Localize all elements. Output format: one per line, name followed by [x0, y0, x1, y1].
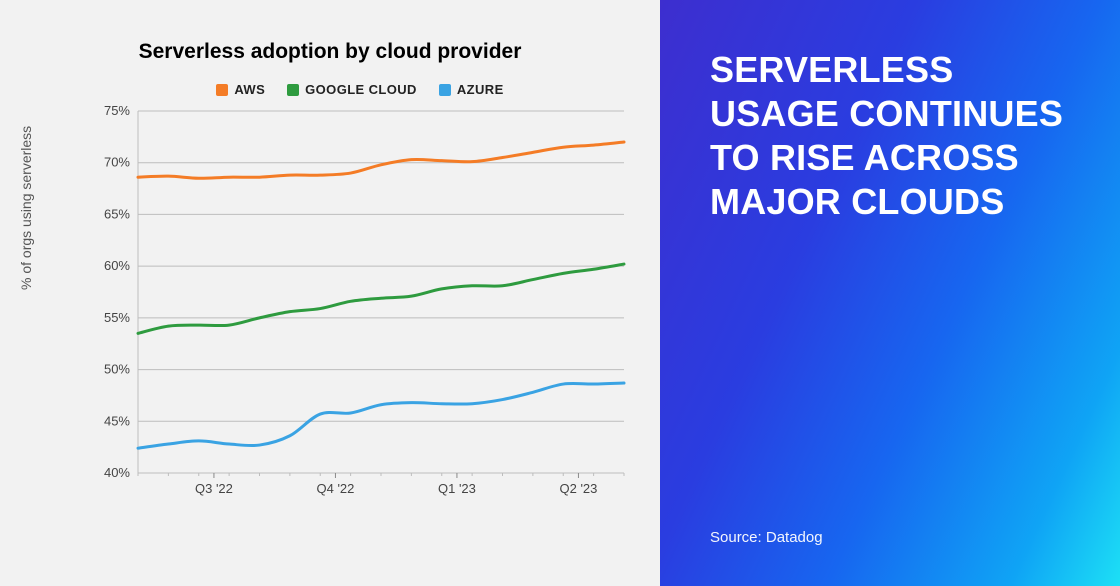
source-text: Source: Datadog — [710, 529, 1080, 546]
svg-text:40%: 40% — [104, 465, 130, 480]
y-axis-label: % of orgs using serverless — [18, 126, 34, 290]
svg-text:Q2 '23: Q2 '23 — [559, 481, 597, 496]
svg-text:45%: 45% — [104, 413, 130, 428]
legend-label: AZURE — [457, 82, 504, 97]
svg-text:Q3 '22: Q3 '22 — [195, 481, 233, 496]
svg-text:65%: 65% — [104, 206, 130, 221]
chart-panel: Serverless adoption by cloud provider AW… — [0, 0, 660, 586]
line-chart-svg: 40% 45% 50% 55% 60% 65% 70% 75% Q3 '22 Q4 '22 Q1 '… — [94, 103, 634, 503]
svg-text:55%: 55% — [104, 310, 130, 325]
chart-title: Serverless adoption by cloud provider — [30, 40, 630, 64]
svg-text:75%: 75% — [104, 103, 130, 118]
legend-item-aws: AWS — [216, 82, 265, 97]
legend-item-google: GOOGLE CLOUD — [287, 82, 417, 97]
svg-text:60%: 60% — [104, 258, 130, 273]
legend-label: AWS — [234, 82, 265, 97]
swatch-icon — [216, 84, 228, 96]
svg-text:Q1 '23: Q1 '23 — [438, 481, 476, 496]
swatch-icon — [287, 84, 299, 96]
swatch-icon — [439, 84, 451, 96]
svg-text:Q4 '22: Q4 '22 — [316, 481, 354, 496]
headline-text: SERVERLESS USAGE CONTINUES TO RISE ACROS… — [710, 48, 1080, 224]
svg-text:50%: 50% — [104, 362, 130, 377]
chart-plot-area: 40% 45% 50% 55% 60% 65% 70% 75% Q3 '22 Q4 '22 Q1 '… — [94, 103, 634, 503]
chart-legend: AWS GOOGLE CLOUD AZURE — [90, 82, 630, 97]
svg-text:70%: 70% — [104, 155, 130, 170]
legend-item-azure: AZURE — [439, 82, 504, 97]
headline-panel: SERVERLESS USAGE CONTINUES TO RISE ACROS… — [660, 0, 1120, 586]
legend-label: GOOGLE CLOUD — [305, 82, 417, 97]
